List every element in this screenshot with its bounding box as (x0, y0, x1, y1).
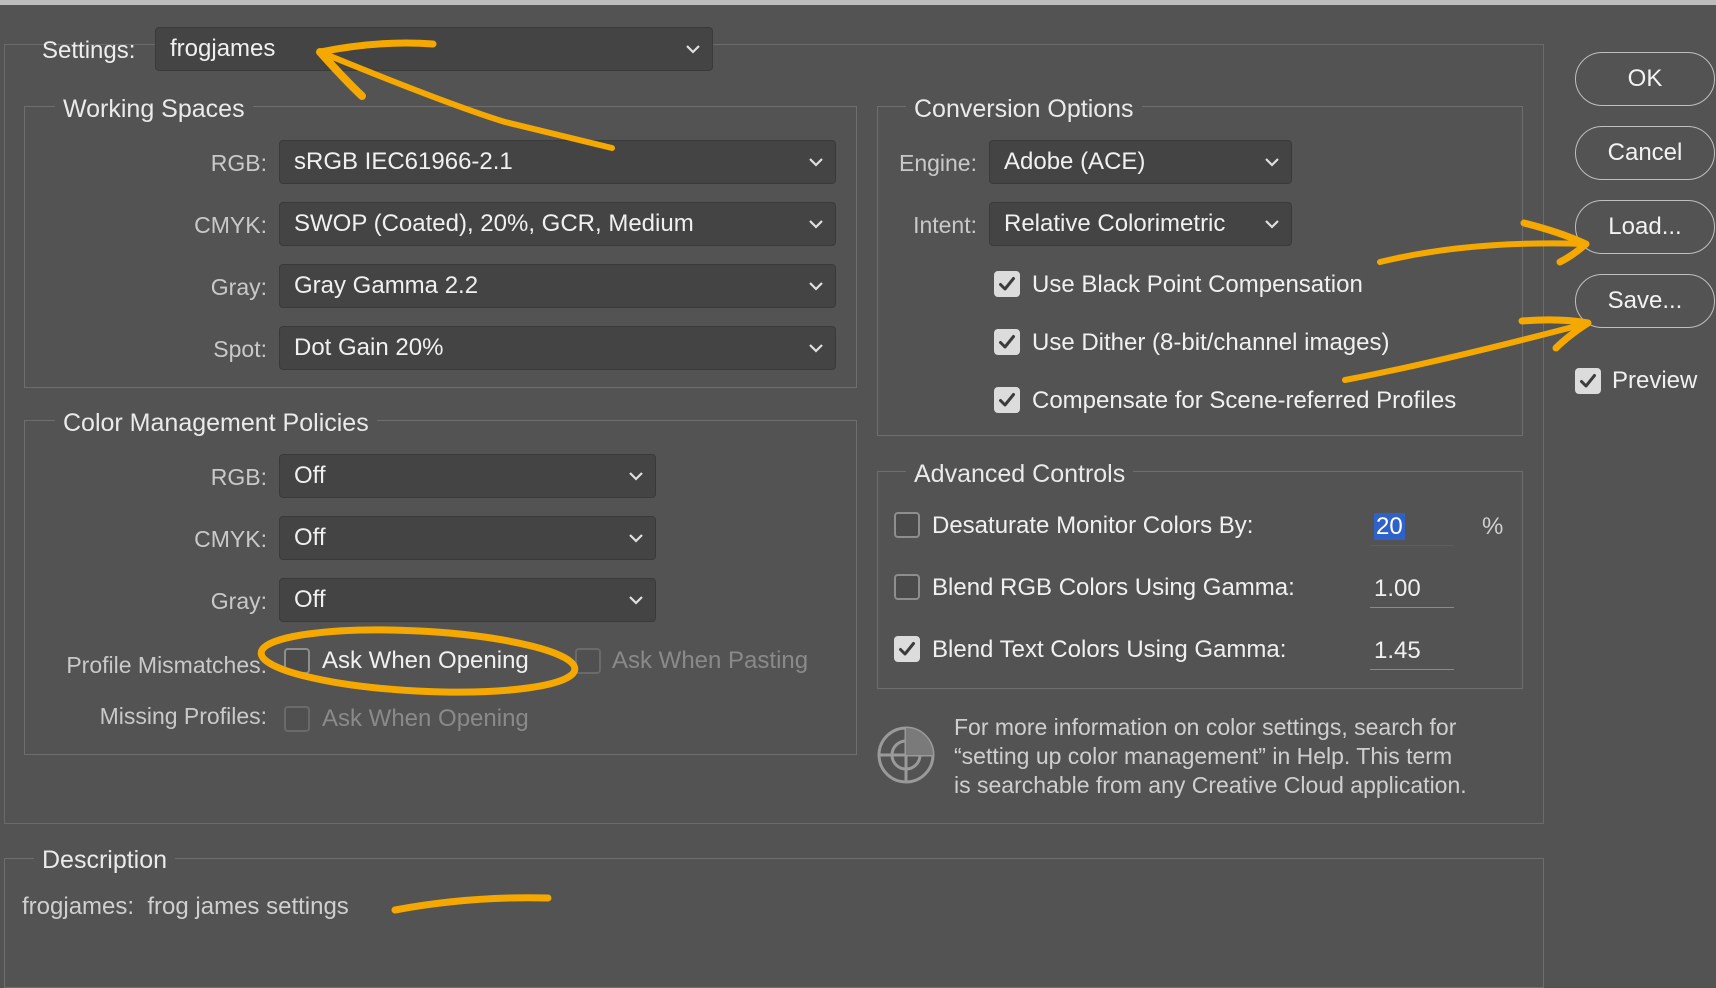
chevron-down-icon (686, 45, 700, 54)
desaturate-label[interactable]: Desaturate Monitor Colors By: (932, 511, 1253, 541)
percent-unit: % (1482, 513, 1504, 540)
intent-value: Relative Colorimetric (1004, 210, 1226, 237)
ws-gray-value: Gray Gamma 2.2 (294, 272, 479, 299)
scene-referred-label[interactable]: Compensate for Scene-referred Profiles (1032, 386, 1456, 416)
desaturate-input[interactable]: 20 (1370, 508, 1454, 546)
chevron-down-icon (809, 158, 823, 167)
preview-checkbox[interactable] (1575, 368, 1601, 394)
info-line: “setting up color management” in Help. T… (954, 743, 1453, 769)
black-point-label[interactable]: Use Black Point Compensation (1032, 270, 1363, 300)
ws-rgb-select[interactable]: sRGB IEC61966-2.1 (279, 140, 836, 184)
cmp-cmyk-value: Off (294, 524, 326, 551)
settings-value: frogjames (170, 35, 276, 62)
checkmark-icon (999, 277, 1015, 291)
ask-when-pasting-label[interactable]: Ask When Pasting (612, 646, 808, 676)
cmp-rgb-label: RGB: (210, 464, 267, 490)
desaturate-value: 20 (1374, 513, 1405, 540)
cmp-cmyk-label: CMYK: (194, 526, 267, 552)
engine-select[interactable]: Adobe (ACE) (989, 140, 1292, 184)
ask-when-pasting-checkbox[interactable] (575, 648, 601, 674)
ws-spot-select[interactable]: Dot Gain 20% (279, 326, 836, 370)
description-text: frogjames: frog james settings (22, 893, 349, 920)
missing-ask-when-opening-label[interactable]: Ask When Opening (322, 704, 529, 734)
chevron-down-icon (809, 220, 823, 229)
blend-text-label[interactable]: Blend Text Colors Using Gamma: (932, 635, 1286, 665)
description-group (4, 858, 1544, 988)
checkmark-icon (999, 335, 1015, 349)
ws-cmyk-select[interactable]: SWOP (Coated), 20%, GCR, Medium (279, 202, 836, 246)
profile-mismatches-label: Profile Mismatches: (66, 652, 267, 678)
color-wheel-icon (877, 726, 935, 784)
chevron-down-icon (809, 344, 823, 353)
dither-label[interactable]: Use Dither (8-bit/channel images) (1032, 328, 1389, 358)
preview-label[interactable]: Preview (1612, 366, 1697, 396)
checkmark-icon (999, 393, 1015, 407)
dither-checkbox[interactable] (994, 329, 1020, 355)
working-spaces-title: Working Spaces (55, 94, 253, 124)
black-point-checkbox[interactable] (994, 271, 1020, 297)
ws-spot-value: Dot Gain 20% (294, 334, 444, 361)
cmp-cmyk-select[interactable]: Off (279, 516, 656, 560)
engine-label: Engine: (898, 150, 977, 176)
blend-rgb-label[interactable]: Blend RGB Colors Using Gamma: (932, 573, 1295, 603)
ask-when-opening-checkbox[interactable] (284, 648, 310, 674)
scene-referred-checkbox[interactable] (994, 387, 1020, 413)
ask-when-opening-label[interactable]: Ask When Opening (322, 646, 529, 676)
ws-gray-label: Gray: (210, 274, 267, 300)
cmp-gray-select[interactable]: Off (279, 578, 656, 622)
chevron-down-icon (629, 596, 643, 605)
ws-cmyk-value: SWOP (Coated), 20%, GCR, Medium (294, 210, 694, 237)
cmp-gray-value: Off (294, 586, 326, 613)
engine-value: Adobe (ACE) (1004, 148, 1146, 175)
conversion-options-title: Conversion Options (906, 94, 1142, 124)
cmp-rgb-value: Off (294, 462, 326, 489)
intent-label: Intent: (913, 212, 977, 238)
blend-text-input[interactable]: 1.45 (1370, 632, 1454, 670)
window-top-edge (0, 0, 1716, 5)
info-line: For more information on color settings, … (954, 714, 1457, 740)
ws-rgb-value: sRGB IEC61966-2.1 (294, 148, 513, 175)
cmp-rgb-select[interactable]: Off (279, 454, 656, 498)
chevron-down-icon (1265, 220, 1279, 229)
intent-select[interactable]: Relative Colorimetric (989, 202, 1292, 246)
ws-gray-select[interactable]: Gray Gamma 2.2 (279, 264, 836, 308)
load-button[interactable]: Load... (1575, 200, 1715, 254)
blend-rgb-input[interactable]: 1.00 (1370, 570, 1454, 608)
missing-ask-when-opening-checkbox[interactable] (284, 706, 310, 732)
settings-label: Settings: (42, 37, 136, 64)
ws-cmyk-label: CMYK: (194, 212, 267, 238)
info-text: For more information on color settings, … (954, 713, 1467, 800)
ok-button[interactable]: OK (1575, 52, 1715, 106)
cmp-gray-label: Gray: (210, 588, 267, 614)
blend-text-checkbox[interactable] (894, 636, 920, 662)
description-title: Description (34, 845, 176, 875)
cancel-button[interactable]: Cancel (1575, 126, 1715, 180)
checkmark-icon (1580, 374, 1596, 388)
chevron-down-icon (629, 534, 643, 543)
missing-profiles-label: Missing Profiles: (99, 703, 267, 729)
blend-rgb-checkbox[interactable] (894, 574, 920, 600)
info-line: is searchable from any Creative Cloud ap… (954, 772, 1467, 798)
ws-spot-label: Spot: (213, 336, 267, 362)
desaturate-checkbox[interactable] (894, 512, 920, 538)
settings-select[interactable]: frogjames (155, 27, 713, 71)
advanced-controls-title: Advanced Controls (906, 459, 1134, 489)
ws-rgb-label: RGB: (210, 150, 267, 176)
chevron-down-icon (1265, 158, 1279, 167)
checkmark-icon (899, 642, 915, 656)
chevron-down-icon (809, 282, 823, 291)
chevron-down-icon (629, 472, 643, 481)
policies-title: Color Management Policies (55, 408, 377, 438)
save-button[interactable]: Save... (1575, 274, 1715, 328)
